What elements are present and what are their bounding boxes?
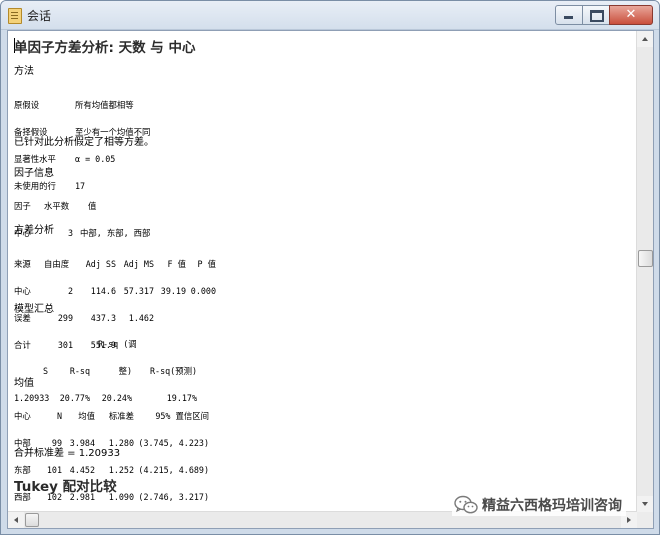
table-header: R-sq(预测) [149,366,197,376]
method-value: α = 0.05 [75,154,116,164]
vertical-scroll-thumb[interactable] [638,250,653,267]
means-heading: 均值 [14,378,34,389]
factor-info-heading: 因子信息 [14,168,54,179]
session-client-area: 单因子方差分析: 天数 与 中心 方法 原假设 所有均值都相等 备择假设 至少有一个… [7,30,654,529]
table-header: Adj MS [123,259,154,269]
method-row: 显著性水平 α = 0.05 [14,155,150,164]
table-cell: 57.317 [123,286,154,296]
arrow-down-icon [642,502,648,506]
method-heading: 方法 [14,66,34,77]
table-cell: 101 [46,465,62,475]
wechat-logo-icon [454,495,478,514]
arrow-left-icon [14,517,18,523]
table-header: 自由度 [44,259,70,269]
anova-heading: 方差分析 [14,225,54,236]
minimize-icon [564,16,573,19]
minimize-button[interactable] [555,5,583,25]
watermark-text: 精益六西格玛培训咨询 [482,498,622,514]
table-header: N [56,411,62,421]
table-header: 因子 [14,201,31,211]
scroll-left-button[interactable] [8,512,24,528]
method-value: 所有均值都相等 [75,100,134,110]
table-header: 水平数 [44,201,70,211]
model-summary-heading: 模型汇总 [14,304,54,315]
maximize-button[interactable] [582,5,610,25]
table-cell: 中心 [14,286,31,296]
table-header: 均值 [78,411,95,421]
table-cell: 0.000 [190,286,216,296]
title-bar[interactable]: 会话 ✕ [1,1,659,30]
table-cell: 中部, 东部, 西部 [80,228,151,238]
watermark: 精益六西格玛培训咨询 [452,494,626,516]
table-row: 东部 101 4.452 1.252 (4.215, 4.689) [14,466,209,475]
window-controls: ✕ [555,5,653,25]
table-cell: 39.19 [160,286,186,296]
table-header: 中心 [14,411,31,421]
table-cell: 4.452 [69,465,95,475]
table-header: F 值 [167,259,186,269]
table-cell: (2.746, 3.217) [138,492,209,502]
table-cell: (3.745, 4.223) [138,438,209,448]
method-label: 原假设 [14,100,40,110]
scroll-down-button[interactable] [637,496,653,512]
session-window: 会话 ✕ 单因子方差分析: 天数 与 中心 方法 原假设 所有均值都相等 备择假设… [0,0,660,535]
table-cell: (4.215, 4.689) [138,465,209,475]
table-header-row: 因子 水平数 值 [14,202,150,211]
scrollbar-corner [637,512,653,528]
table-header-row: R-sq (调 [14,340,197,349]
close-button[interactable]: ✕ [609,5,653,25]
scroll-up-button[interactable] [637,31,653,47]
table-header-row: 中心 N 均值 标准差 95% 置信区间 [14,412,209,421]
document-icon [8,8,22,24]
horizontal-scroll-thumb[interactable] [25,513,39,527]
table-header: R-sq [69,366,90,376]
table-header: 整) [118,366,132,376]
method-row: 原假设 所有均值都相等 [14,101,150,110]
close-icon: ✕ [625,7,637,22]
vertical-scrollbar[interactable] [636,31,653,512]
table-header-row: S R-sq 整) R-sq(预测) [14,367,197,376]
table-header: 值 [88,201,97,211]
equal-variance-note: 已针对此分析假定了相等方差。 [14,137,154,148]
session-output[interactable]: 单因子方差分析: 天数 与 中心 方法 原假设 所有均值都相等 备择假设 至少有一个… [8,31,637,512]
table-cell: 东部 [14,465,31,475]
table-header-row: 来源 自由度 Adj SS Adj MS F 值 P 值 [14,260,216,269]
table-header: 来源 [14,259,31,269]
window-title: 会话 [27,9,52,23]
table-row: 中心 2 114.6 57.317 39.19 0.000 [14,287,216,296]
table-cell: 114.6 [90,286,116,296]
method-label: 显著性水平 [14,154,56,164]
table-header: Adj SS [85,259,116,269]
arrow-up-icon [642,37,648,41]
table-header: R-sq (调 [98,339,137,349]
table-header: 标准差 [108,411,134,421]
maximize-icon [590,10,604,22]
pooled-stdev: 合并标准差 = 1.20933 [14,448,121,459]
table-header: 95% 置信区间 [155,411,209,421]
arrow-right-icon [627,517,631,523]
report-title: 单因子方差分析: 天数 与 中心 [14,40,196,56]
table-cell: 1.252 [108,465,134,475]
tukey-heading: Tukey 配对比较 [14,479,117,495]
table-header: P 值 [197,259,216,269]
table-cell: 2 [67,286,73,296]
